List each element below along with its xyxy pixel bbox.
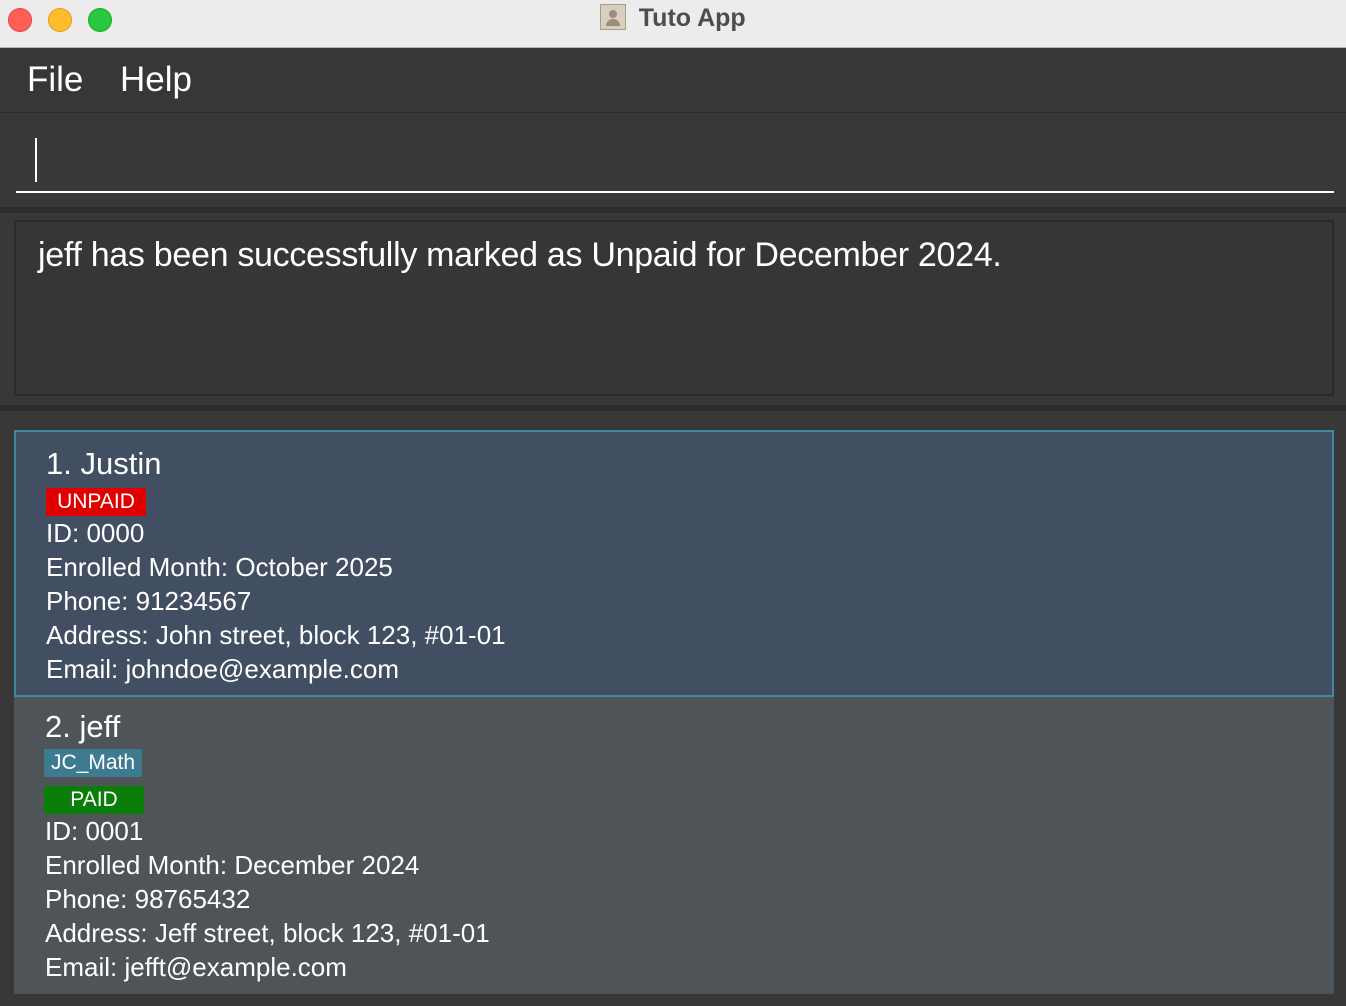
payment-status-badge: PAID xyxy=(44,786,144,814)
menu-help[interactable]: Help xyxy=(120,60,192,100)
divider xyxy=(0,405,1346,411)
email: Email: johndoe@example.com xyxy=(46,654,400,684)
window-title-group: Tuto App xyxy=(0,3,1346,36)
phone: Phone: 98765432 xyxy=(45,884,251,914)
phone: Phone: 91234567 xyxy=(46,586,252,616)
person-name: 2. jeff xyxy=(45,709,121,744)
person-card[interactable]: 2. jeff JC_Math PAID ID: 0001 Enrolled M… xyxy=(14,697,1334,994)
command-input[interactable] xyxy=(16,127,1334,193)
contacts-app-icon xyxy=(600,3,627,30)
text-caret xyxy=(35,138,37,182)
person-id: ID: 0001 xyxy=(45,816,144,846)
address: Address: John street, block 123, #01-01 xyxy=(46,620,506,650)
menu-file[interactable]: File xyxy=(27,60,83,100)
result-box: jeff has been successfully marked as Unp… xyxy=(14,220,1334,396)
title-bar: Tuto App xyxy=(0,0,1346,48)
address: Address: Jeff street, block 123, #01-01 xyxy=(45,918,490,948)
menu-bar: File Help xyxy=(0,48,1346,113)
command-box xyxy=(0,113,1346,207)
person-list[interactable]: 1. Justin UNPAID ID: 0000 Enrolled Month… xyxy=(0,413,1346,1006)
person-name: 1. Justin xyxy=(46,446,162,481)
person-card-selected[interactable]: 1. Justin UNPAID ID: 0000 Enrolled Month… xyxy=(14,430,1334,697)
enrolled-month: Enrolled Month: December 2024 xyxy=(45,850,420,880)
result-message: jeff has been successfully marked as Unp… xyxy=(38,236,1002,274)
result-display: jeff has been successfully marked as Unp… xyxy=(0,213,1346,405)
payment-status-badge: UNPAID xyxy=(46,488,146,516)
person-id: ID: 0000 xyxy=(46,518,145,548)
enrolled-month: Enrolled Month: October 2025 xyxy=(46,552,393,582)
email: Email: jefft@example.com xyxy=(45,952,347,982)
window-title: Tuto App xyxy=(638,4,746,32)
subject-tag: JC_Math xyxy=(44,749,142,777)
